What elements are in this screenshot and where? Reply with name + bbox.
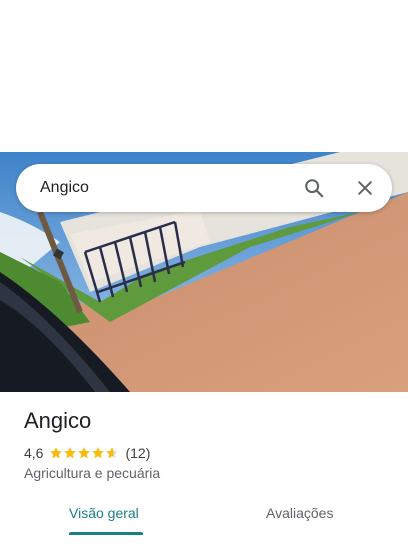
rating-value: 4,6: [24, 445, 44, 461]
rating-row[interactable]: 4,6 (12): [24, 444, 150, 462]
tab-indicator: [69, 532, 143, 535]
search-icon[interactable]: [298, 172, 330, 204]
star-icon: [78, 447, 91, 459]
search-input[interactable]: Angico: [40, 164, 89, 212]
tab-overview[interactable]: Visão geral: [69, 505, 139, 521]
star-icon: [106, 447, 119, 459]
star-rating: [49, 446, 119, 460]
tab-reviews[interactable]: Avaliações: [266, 505, 333, 521]
review-count[interactable]: (12): [125, 445, 150, 461]
star-icon: [92, 447, 105, 459]
star-icon: [50, 447, 63, 459]
close-icon[interactable]: [349, 172, 381, 204]
star-icon: [64, 447, 77, 459]
place-category: Agricultura e pecuária: [24, 465, 161, 481]
search-bar[interactable]: Angico: [16, 164, 392, 212]
place-title: Angico: [24, 408, 92, 433]
